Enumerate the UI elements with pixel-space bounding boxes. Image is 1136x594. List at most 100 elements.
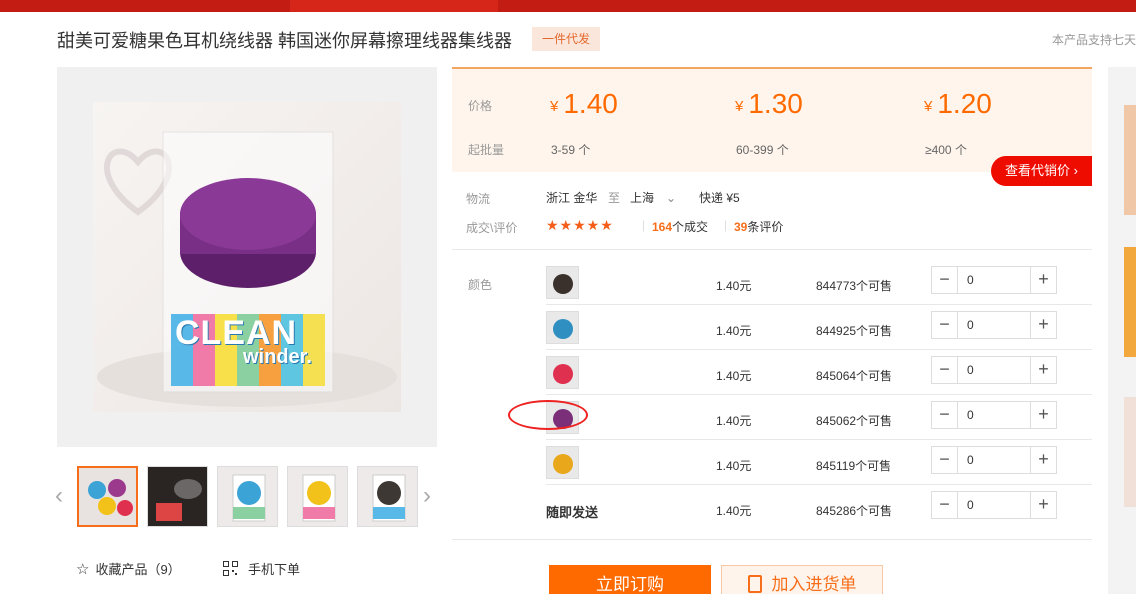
price-label: 价格 xyxy=(468,99,493,113)
color-option-row: 随即发送 1.40元 845286个可售 − + xyxy=(546,488,1092,533)
rating-label: 成交\评价 xyxy=(466,221,518,235)
minus-icon[interactable]: − xyxy=(932,447,958,473)
option-stock: 845286个可售 xyxy=(816,504,893,518)
color-label: 颜色 xyxy=(468,278,493,292)
recommendation-image[interactable] xyxy=(1124,397,1136,507)
return-policy-notice: 本产品支持七天 xyxy=(1052,33,1136,47)
minus-icon[interactable]: − xyxy=(932,267,958,293)
color-swatch[interactable] xyxy=(546,446,579,479)
thumbnail-image xyxy=(358,467,417,526)
thumbnail[interactable] xyxy=(287,466,348,527)
currency-symbol: ¥ xyxy=(924,98,933,115)
review-number: 39 xyxy=(734,220,748,234)
option-stock: 844925个可售 xyxy=(816,324,893,338)
option-price: 1.40元 xyxy=(716,324,752,338)
price-value: 1.30 xyxy=(748,88,803,119)
price-panel: 价格 起批量 ¥1.40 ¥1.30 ¥1.20 3-59 个 60-399 个… xyxy=(452,67,1092,172)
quantity-input[interactable] xyxy=(959,447,1029,473)
option-stock: 845064个可售 xyxy=(816,369,893,383)
ship-to-select[interactable]: 上海 ⌄ xyxy=(630,189,676,206)
chevron-right-icon[interactable]: › xyxy=(423,482,431,510)
quantity-input[interactable] xyxy=(959,312,1029,338)
plus-icon[interactable]: + xyxy=(1030,447,1056,473)
favorite-button[interactable]: ☆ 收藏产品（9） xyxy=(76,559,181,578)
divider xyxy=(546,304,1092,305)
plus-icon[interactable]: + xyxy=(1030,267,1056,293)
currency-symbol: ¥ xyxy=(735,98,744,115)
divider xyxy=(546,349,1092,350)
moq-range-1: 3-59 个 xyxy=(551,143,591,157)
ship-to-word: 至 xyxy=(608,191,621,205)
option-price: 1.40元 xyxy=(716,414,752,428)
price-value: 1.20 xyxy=(937,88,992,119)
moq-range-3: ≥400 个 xyxy=(925,143,967,157)
mobile-order-button[interactable]: 手机下单 xyxy=(223,559,300,578)
option-price: 1.40元 xyxy=(716,504,752,518)
quantity-input[interactable] xyxy=(959,267,1029,293)
moq-label: 起批量 xyxy=(468,143,505,157)
favorite-label: 收藏产品（9） xyxy=(95,562,181,577)
chevron-left-icon[interactable]: ‹ xyxy=(55,482,63,510)
minus-icon[interactable]: − xyxy=(932,357,958,383)
top-bar-segment xyxy=(498,0,1136,12)
deals-count[interactable]: 164个成交 xyxy=(652,218,708,235)
qr-code-icon xyxy=(223,561,238,576)
recommendation-image[interactable] xyxy=(1124,247,1136,357)
thumbnail[interactable] xyxy=(147,466,208,527)
logistics-label: 物流 xyxy=(466,192,491,206)
clipboard-icon xyxy=(747,574,762,593)
minus-icon[interactable]: − xyxy=(932,312,958,338)
price-tier-3: ¥1.20 xyxy=(924,88,992,120)
divider xyxy=(546,484,1092,485)
color-swatch[interactable] xyxy=(546,356,579,389)
main-product-image[interactable]: CLEAN winder. xyxy=(57,67,437,447)
product-label-subtext: winder. xyxy=(243,346,312,368)
dropship-tag[interactable]: 一件代发 xyxy=(532,27,600,51)
chevron-down-icon: ⌄ xyxy=(666,191,677,205)
rating-separator: | xyxy=(642,218,646,232)
quantity-input[interactable] xyxy=(959,357,1029,383)
quantity-stepper: − + xyxy=(931,311,1057,339)
thumbnail-image xyxy=(79,468,136,525)
currency-symbol: ¥ xyxy=(550,98,559,115)
review-count[interactable]: 39条评价 xyxy=(734,218,783,235)
plus-icon[interactable]: + xyxy=(1030,312,1056,338)
minus-icon[interactable]: − xyxy=(932,492,958,518)
view-agent-price-button[interactable]: 查看代销价 › xyxy=(991,156,1092,186)
top-bar xyxy=(0,0,1136,12)
thumbnail-image xyxy=(218,467,277,526)
quantity-stepper: − + xyxy=(931,491,1057,519)
rating-separator: | xyxy=(724,218,728,232)
quantity-stepper: − + xyxy=(931,401,1057,429)
option-price: 1.40元 xyxy=(716,279,752,293)
thumbnail[interactable] xyxy=(77,466,138,527)
price-value: 1.40 xyxy=(563,88,618,119)
thumbnail[interactable] xyxy=(357,466,418,527)
thumbnail[interactable] xyxy=(217,466,278,527)
swatch-disc xyxy=(553,274,573,294)
quantity-input[interactable] xyxy=(959,492,1029,518)
add-to-cart-button[interactable]: 加入进货单 xyxy=(721,565,883,594)
price-tier-1: ¥1.40 xyxy=(550,88,618,120)
recommendation-image[interactable] xyxy=(1124,105,1136,215)
thumbnail-image xyxy=(148,467,207,526)
plus-icon[interactable]: + xyxy=(1030,492,1056,518)
rating-stars: ★★★★★ xyxy=(546,217,614,233)
plus-icon[interactable]: + xyxy=(1030,357,1056,383)
quantity-input[interactable] xyxy=(959,402,1029,428)
moq-range-2: 60-399 个 xyxy=(736,143,789,157)
highlight-annotation xyxy=(508,400,588,430)
swatch-disc xyxy=(553,454,573,474)
plus-icon[interactable]: + xyxy=(1030,402,1056,428)
deals-suffix: 个成交 xyxy=(672,220,709,234)
color-option-row: 1.40元 845119个可售 − + xyxy=(546,443,1092,488)
option-price: 1.40元 xyxy=(716,459,752,473)
color-option-row: 1.40元 844925个可售 − + xyxy=(546,308,1092,353)
minus-icon[interactable]: − xyxy=(932,402,958,428)
divider xyxy=(546,439,1092,440)
buy-now-button[interactable]: 立即订购 xyxy=(549,565,711,594)
color-swatch[interactable] xyxy=(546,266,579,299)
thumbnail-strip: ‹ › xyxy=(55,466,439,528)
color-swatch[interactable] xyxy=(546,311,579,344)
option-name[interactable]: 随即发送 xyxy=(546,502,598,521)
